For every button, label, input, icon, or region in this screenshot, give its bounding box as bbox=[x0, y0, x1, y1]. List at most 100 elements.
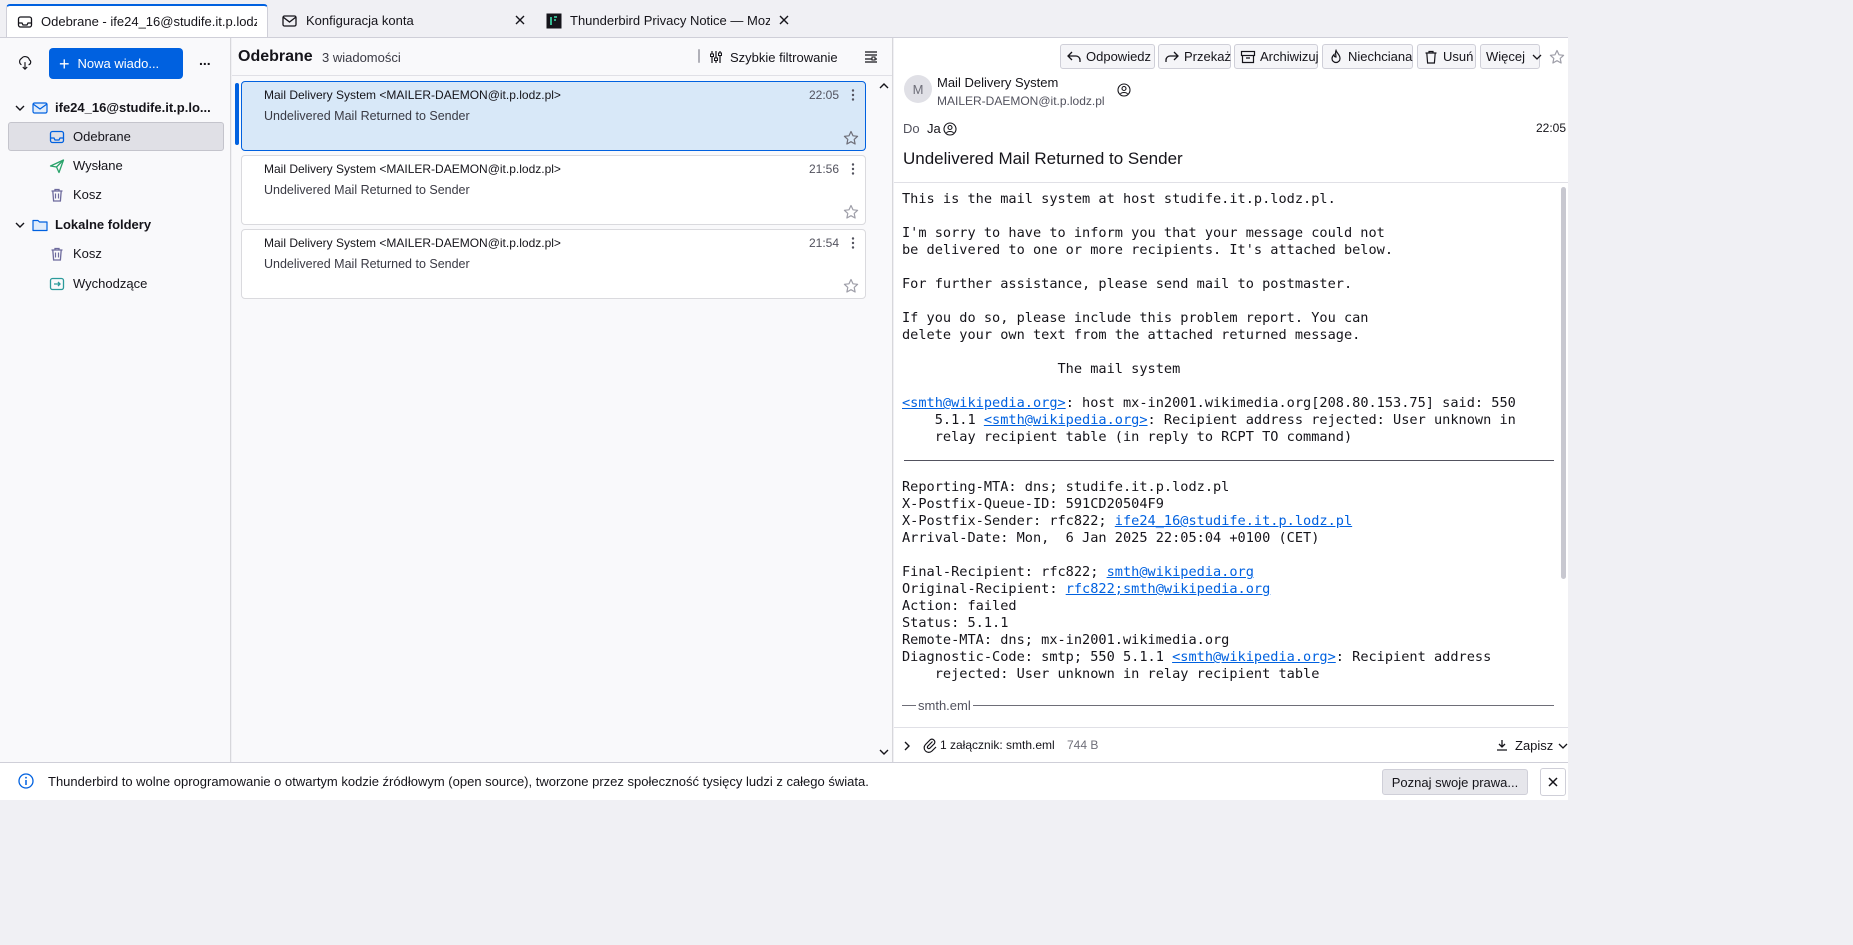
new-message-button[interactable]: + Nowa wiado... bbox=[49, 48, 183, 79]
forward-button[interactable]: Przekaż bbox=[1158, 44, 1231, 69]
email-link[interactable]: <smth@wikipedia.org> bbox=[1172, 649, 1336, 665]
more-label: Więcej bbox=[1486, 49, 1526, 64]
notification-text: Thunderbird to wolne oprogramowanie o ot… bbox=[48, 774, 869, 789]
get-messages-icon[interactable] bbox=[17, 55, 33, 71]
chevron-up-icon[interactable] bbox=[879, 82, 889, 90]
more-vertical-icon[interactable] bbox=[849, 236, 857, 250]
folder-item-outbox[interactable]: Wychodzące bbox=[8, 269, 224, 298]
tab-inbox[interactable]: Odebrane - ife24_16@studife.it.p.lodz.pl bbox=[6, 4, 268, 37]
save-attachment-button[interactable]: Zapisz bbox=[1494, 737, 1553, 753]
local-folders-row[interactable]: Lokalne foldery bbox=[8, 210, 224, 239]
know-your-rights-button[interactable]: Poznaj swoje prawa... bbox=[1382, 769, 1528, 795]
chevron-down-icon[interactable] bbox=[12, 100, 28, 116]
junk-button[interactable]: Niechciana bbox=[1322, 44, 1413, 69]
thread-scrollbar[interactable] bbox=[877, 78, 891, 760]
reply-label: Odpowiedz bbox=[1086, 49, 1152, 64]
folder-item-inbox[interactable]: Odebrane bbox=[8, 122, 224, 151]
chevron-down-icon[interactable] bbox=[12, 217, 28, 233]
chevron-down-icon bbox=[1529, 49, 1545, 65]
body-line: X-Postfix-Sender: rfc822; ife24_16@studi… bbox=[902, 513, 1568, 530]
attachment-bar: 1 załącznik: smth.eml 744 B Zapisz bbox=[894, 727, 1568, 762]
folder-label: Kosz bbox=[73, 246, 102, 261]
display-options-icon[interactable] bbox=[863, 49, 879, 65]
chevron-right-icon[interactable] bbox=[899, 738, 915, 754]
message-card[interactable]: Mail Delivery System <MAILER-DAEMON@it.p… bbox=[241, 155, 866, 225]
message-card[interactable]: Mail Delivery System <MAILER-DAEMON@it.p… bbox=[241, 229, 866, 299]
message-time: 21:54 bbox=[808, 236, 839, 250]
body-scrollbar[interactable] bbox=[1560, 183, 1567, 717]
close-icon[interactable] bbox=[512, 12, 528, 28]
archive-button[interactable]: Archiwizuj bbox=[1234, 44, 1319, 69]
quick-filter-label: Szybkie filtrowanie bbox=[730, 49, 838, 65]
body-line: Original-Recipient: rfc822;smth@wikipedi… bbox=[902, 581, 1568, 598]
body-line: <smth@wikipedia.org>: host mx-in2001.wik… bbox=[902, 395, 1568, 412]
sender-email[interactable]: MAILER-DAEMON@it.p.lodz.pl bbox=[937, 94, 1105, 108]
more-button[interactable]: Więcej bbox=[1480, 44, 1542, 69]
chevron-down-icon[interactable] bbox=[1555, 738, 1571, 754]
thread-pane: Odebrane 3 wiadomości Szybkie filtrowani… bbox=[232, 38, 893, 762]
terminal-icon bbox=[546, 13, 562, 29]
folder-pane: + Nowa wiado... ... ife24_16@studife.it.… bbox=[0, 38, 231, 762]
tab-account-setup[interactable]: Konfiguracja konta bbox=[272, 4, 534, 37]
sender-name[interactable]: Mail Delivery System bbox=[937, 75, 1058, 90]
folder-pane-menu-button[interactable]: ... bbox=[199, 52, 211, 68]
quick-filter-button[interactable]: Szybkie filtrowanie bbox=[708, 49, 838, 65]
body-line: 5.1.1 <smth@wikipedia.org>: Recipient ad… bbox=[902, 412, 1568, 429]
account-mail-icon bbox=[32, 100, 48, 116]
close-notification-button[interactable] bbox=[1540, 768, 1566, 796]
message-card[interactable]: Mail Delivery System <MAILER-DAEMON@it.p… bbox=[241, 81, 866, 151]
folder-item-trash[interactable]: Kosz bbox=[8, 180, 224, 209]
message-subject: Undelivered Mail Returned to Sender bbox=[264, 257, 470, 271]
forward-label: Przekaż bbox=[1184, 49, 1231, 64]
star-icon[interactable] bbox=[843, 130, 859, 146]
trash-icon bbox=[49, 187, 65, 203]
message-time: 21:56 bbox=[808, 162, 839, 176]
tab-label: Konfiguracja konta bbox=[306, 13, 414, 28]
add-contact-icon[interactable] bbox=[1116, 82, 1132, 98]
message-subject: Undelivered Mail Returned to Sender bbox=[264, 183, 470, 197]
star-icon[interactable] bbox=[1549, 49, 1565, 65]
chevron-down-icon[interactable] bbox=[879, 748, 889, 756]
email-link[interactable]: rfc822;smth@wikipedia.org bbox=[1066, 581, 1271, 597]
new-message-label: Nowa wiado... bbox=[77, 56, 160, 71]
folder-item-local-trash[interactable]: Kosz bbox=[8, 239, 224, 268]
forward-icon bbox=[1164, 49, 1180, 65]
attachment-label[interactable]: 1 załącznik: smth.eml bbox=[940, 738, 1055, 752]
account-row[interactable]: ife24_16@studife.it.p.lo... bbox=[8, 93, 224, 122]
email-link[interactable]: <smth@wikipedia.org> bbox=[902, 395, 1066, 411]
tab-label: Thunderbird Privacy Notice — Mozilla bbox=[570, 13, 770, 28]
body-line: This is the mail system at host studife.… bbox=[902, 191, 1336, 207]
more-vertical-icon[interactable] bbox=[849, 88, 857, 102]
close-icon[interactable] bbox=[776, 12, 792, 28]
tab-privacy-notice[interactable]: Thunderbird Privacy Notice — Mozilla bbox=[536, 4, 798, 37]
trash-icon bbox=[1423, 49, 1439, 65]
delete-button[interactable]: Usuń bbox=[1417, 44, 1476, 69]
star-icon[interactable] bbox=[843, 204, 859, 220]
inbox-icon bbox=[17, 14, 33, 30]
message-count: 3 wiadomości bbox=[322, 50, 401, 65]
body-line: I'm sorry to have to inform you that you… bbox=[902, 225, 1385, 241]
selection-indicator bbox=[235, 83, 239, 145]
email-link[interactable]: smth@wikipedia.org bbox=[1107, 564, 1254, 580]
inbox-icon bbox=[49, 129, 65, 145]
folder-item-sent[interactable]: Wysłane bbox=[8, 151, 224, 180]
folder-label: Odebrane bbox=[73, 129, 131, 144]
tab-label: Odebrane - ife24_16@studife.it.p.lodz.pl bbox=[41, 14, 257, 29]
folder-label: Wychodzące bbox=[73, 276, 148, 291]
to-value[interactable]: Ja bbox=[927, 121, 941, 136]
body-line: For further assistance, please send mail… bbox=[902, 276, 1353, 292]
star-icon[interactable] bbox=[843, 278, 859, 294]
body-text: : host mx-in2001.wikimedia.org[208.80.15… bbox=[1065, 395, 1516, 411]
archive-label: Archiwizuj bbox=[1260, 49, 1319, 64]
email-link[interactable]: ife24_16@studife.it.p.lodz.pl bbox=[1115, 513, 1352, 529]
scrollbar-thumb[interactable] bbox=[1561, 187, 1566, 579]
more-vertical-icon[interactable] bbox=[849, 162, 857, 176]
thread-pane-header: Odebrane 3 wiadomości Szybkie filtrowani… bbox=[232, 38, 892, 76]
message-sender: Mail Delivery System <MAILER-DAEMON@it.p… bbox=[264, 236, 561, 250]
contact-icon[interactable] bbox=[942, 121, 958, 137]
save-label: Zapisz bbox=[1515, 737, 1554, 753]
body-line: X-Postfix-Queue-ID: 591CD20504F9 bbox=[902, 496, 1164, 512]
reply-button[interactable]: Odpowiedz bbox=[1060, 44, 1155, 69]
account-label: ife24_16@studife.it.p.lo... bbox=[55, 100, 211, 115]
email-link[interactable]: <smth@wikipedia.org> bbox=[984, 412, 1148, 428]
